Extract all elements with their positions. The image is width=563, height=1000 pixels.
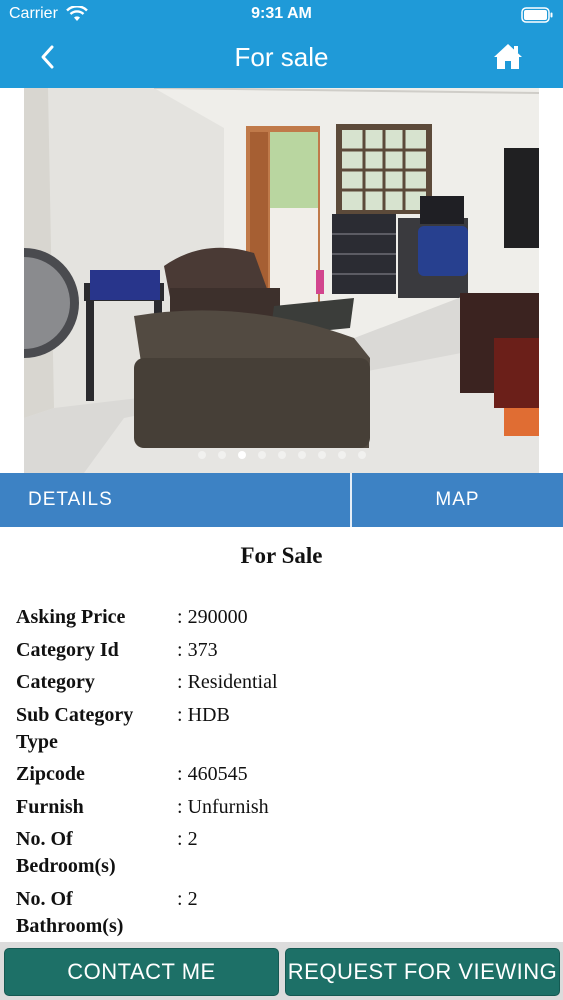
detail-value: Residential	[177, 669, 556, 696]
detail-label: Zipcode	[16, 763, 85, 785]
status-time: 9:31 AM	[251, 5, 312, 22]
detail-label: No. Of Bathroom(s)	[16, 887, 124, 937]
battery-icon	[521, 7, 553, 23]
detail-row: Category Id 373	[16, 637, 556, 664]
detail-value: 2	[177, 886, 556, 940]
status-bar: Carrier 9:31 AM	[0, 0, 563, 30]
details-list: Asking Price 290000 Category Id 373 Cate…	[16, 604, 556, 945]
home-button[interactable]	[493, 42, 523, 70]
carousel-dot[interactable]	[217, 451, 226, 459]
detail-value: 2	[177, 826, 556, 880]
carousel-dot[interactable]	[337, 451, 346, 459]
carousel-dot-active[interactable]	[237, 451, 246, 459]
tab-map[interactable]: MAP	[352, 473, 563, 527]
detail-label: Furnish	[16, 795, 84, 818]
detail-label: Asking Price	[16, 606, 126, 628]
detail-row: No. Of Bathroom(s) 2	[16, 886, 556, 940]
detail-label: Category Id	[16, 638, 119, 661]
home-icon	[494, 44, 522, 69]
carousel-dot[interactable]	[297, 451, 306, 459]
detail-row: Category Residential	[16, 669, 556, 696]
carousel-dot[interactable]	[357, 451, 366, 459]
detail-label: No. Of Bedroom(s)	[16, 828, 116, 877]
carousel-dot[interactable]	[197, 451, 206, 459]
detail-value: 460545	[177, 761, 556, 788]
tab-bar: DETAILS MAP	[0, 473, 563, 527]
detail-row: Asking Price 290000	[16, 604, 556, 631]
detail-value: HDB	[177, 702, 556, 756]
photo-carousel[interactable]	[0, 88, 563, 473]
carousel-dot[interactable]	[257, 451, 266, 459]
page-title: For sale	[234, 42, 329, 72]
detail-row: Furnish Unfurnish	[16, 794, 556, 821]
section-title: For Sale	[240, 543, 323, 568]
request-viewing-button[interactable]: REQUEST FOR VIEWING	[285, 948, 560, 996]
detail-row: Sub Category Type HDB	[16, 702, 556, 756]
detail-value: 373	[177, 637, 556, 664]
carousel-dot[interactable]	[277, 451, 286, 459]
detail-label: Category	[16, 671, 95, 693]
detail-value: 290000	[177, 604, 556, 631]
property-photo	[24, 88, 539, 473]
tab-details[interactable]: DETAILS	[0, 473, 350, 527]
app-header: Carrier 9:31 AM For sale	[0, 0, 563, 88]
carousel-dot[interactable]	[317, 451, 326, 459]
detail-row: Zipcode 460545	[16, 761, 556, 788]
detail-label: Sub Category Type	[16, 703, 134, 753]
carousel-dots	[24, 446, 539, 464]
contact-me-button[interactable]: CONTACT ME	[4, 948, 279, 996]
detail-row: No. Of Bedroom(s) 2	[16, 826, 556, 880]
detail-value: Unfurnish	[177, 794, 556, 821]
